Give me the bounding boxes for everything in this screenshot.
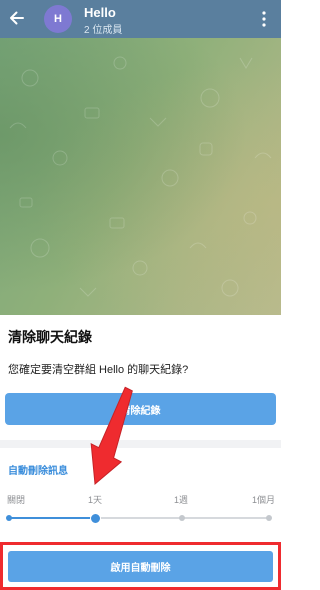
sheet-title: 清除聊天紀錄 bbox=[8, 329, 92, 345]
option-1-day[interactable]: 1天 bbox=[88, 493, 102, 506]
slider-stop-week[interactable] bbox=[179, 515, 185, 521]
option-off[interactable]: 關閉 bbox=[7, 493, 25, 506]
clear-history-button[interactable]: 清除紀錄 bbox=[5, 393, 276, 425]
chat-title[interactable]: Hello bbox=[84, 5, 116, 20]
avatar-letter: H bbox=[54, 13, 62, 25]
wallpaper-pattern bbox=[9, 56, 272, 297]
slider-active-track bbox=[9, 517, 95, 519]
enable-auto-delete-label: 啟用自動刪除 bbox=[110, 563, 171, 574]
confirm-message: 您確定要清空群組 Hello 的聊天紀錄? bbox=[8, 364, 189, 376]
slider-stop-month[interactable] bbox=[266, 515, 272, 521]
slider-stop-off[interactable] bbox=[6, 515, 12, 521]
auto-delete-label: 自動刪除訊息 bbox=[8, 466, 68, 477]
member-count: 2 位成員 bbox=[84, 25, 123, 36]
chat-wallpaper bbox=[0, 38, 281, 315]
slider-thumb[interactable] bbox=[90, 513, 101, 524]
back-arrow-icon[interactable] bbox=[7, 7, 27, 29]
top-app-bar: H Hello 2 位成員 bbox=[0, 0, 281, 38]
more-vertical-icon[interactable] bbox=[259, 10, 269, 28]
section-divider bbox=[0, 440, 281, 448]
enable-auto-delete-button[interactable]: 啟用自動刪除 bbox=[8, 551, 273, 582]
group-avatar[interactable]: H bbox=[44, 5, 72, 33]
clear-history-label: 清除紀錄 bbox=[120, 405, 161, 417]
option-1-month[interactable]: 1個月 bbox=[252, 493, 275, 506]
option-1-week[interactable]: 1週 bbox=[174, 493, 188, 506]
